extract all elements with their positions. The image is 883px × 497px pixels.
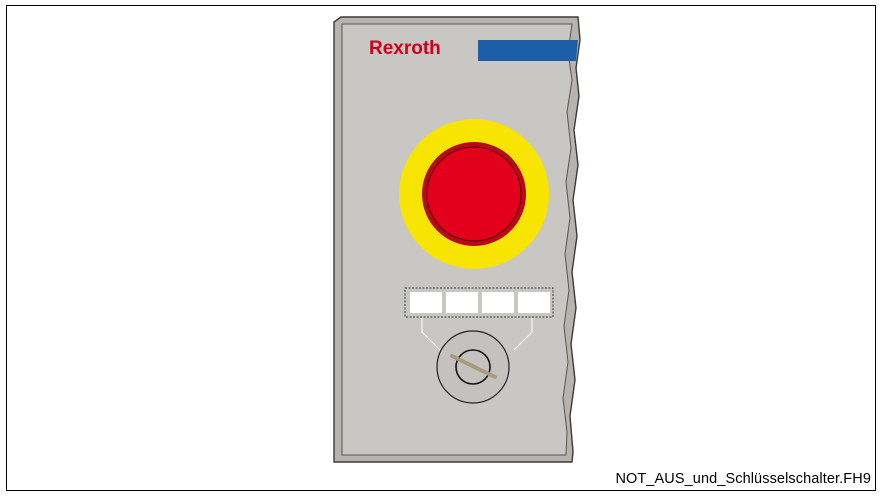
figure-caption: NOT_AUS_und_Schlüsselschalter.FH9 (615, 471, 871, 487)
control-panel-diagram: Rexroth (333, 16, 581, 463)
label-slot (518, 292, 550, 313)
label-slot (446, 292, 478, 313)
brand-logo: Rexroth (369, 38, 441, 59)
brand-bar (478, 40, 578, 61)
emergency-stop-button[interactable] (426, 146, 522, 242)
label-slot (482, 292, 514, 313)
label-slot (410, 292, 442, 313)
